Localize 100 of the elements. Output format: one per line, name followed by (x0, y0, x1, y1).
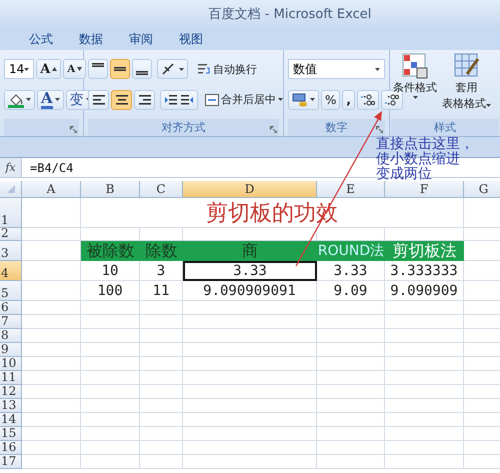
dialog-launcher-icon[interactable] (270, 126, 277, 133)
row-header[interactable]: 9 (0, 343, 22, 357)
menu-tab[interactable]: 公式 (22, 28, 60, 50)
align-button[interactable] (88, 59, 108, 80)
empty-cell[interactable] (317, 315, 385, 329)
column-header[interactable]: G (464, 181, 500, 198)
column-header[interactable]: D (183, 181, 317, 198)
empty-cell[interactable] (385, 441, 464, 455)
dialog-launcher-icon[interactable] (70, 126, 77, 133)
row-header[interactable]: 3 (0, 241, 22, 261)
table-cell[interactable]: 10 (81, 261, 140, 281)
empty-cell[interactable] (183, 399, 317, 413)
column-header[interactable]: C (140, 181, 183, 198)
column-header[interactable]: B (81, 181, 140, 198)
menu-tab[interactable]: 审阅 (122, 28, 160, 50)
font-color-button[interactable]: A (37, 90, 64, 110)
empty-cell[interactable] (317, 357, 385, 371)
conditional-format-button[interactable]: 条件格式 (391, 53, 439, 99)
row-header[interactable]: 14 (0, 413, 22, 427)
empty-cell[interactable] (183, 441, 317, 455)
align-button[interactable] (88, 90, 109, 110)
empty-cell[interactable] (140, 385, 183, 399)
shrink-font-button[interactable]: A (63, 59, 86, 80)
insert-function-button[interactable]: fx (0, 158, 22, 177)
empty-cell[interactable] (317, 413, 385, 427)
row-header[interactable]: 11 (0, 371, 22, 385)
column-header[interactable]: E (317, 181, 385, 198)
empty-cell[interactable] (183, 413, 317, 427)
empty-cell[interactable] (385, 371, 464, 385)
empty-cell[interactable] (385, 385, 464, 399)
empty-cell[interactable] (385, 357, 464, 371)
empty-cell[interactable] (183, 357, 317, 371)
empty-cell[interactable] (385, 427, 464, 441)
accounting-button[interactable] (288, 90, 319, 110)
merge-center-button[interactable]: 合并后居中 (202, 90, 286, 110)
row-header[interactable]: 1 (0, 198, 22, 228)
table-cell[interactable]: 11 (140, 281, 183, 301)
empty-cell[interactable] (81, 301, 140, 315)
empty-cell[interactable] (140, 343, 183, 357)
empty-cell[interactable] (183, 301, 317, 315)
empty-cell[interactable] (317, 399, 385, 413)
menu-tab[interactable]: 视图 (172, 28, 210, 50)
menu-tab[interactable]: 数据 (72, 28, 110, 50)
empty-cell[interactable] (81, 315, 140, 329)
wrap-text-button[interactable]: 自动换行 (194, 59, 260, 80)
empty-cell[interactable] (140, 301, 183, 315)
empty-cell[interactable] (317, 455, 385, 469)
row-header[interactable]: 2 (0, 228, 22, 241)
select-all-corner[interactable] (0, 181, 22, 198)
table-cell[interactable]: 9.090909091 (183, 281, 317, 301)
row-header[interactable]: 8 (0, 329, 22, 343)
table-cell[interactable]: 3.33 (317, 261, 385, 281)
empty-cell[interactable] (81, 399, 140, 413)
empty-cell[interactable] (81, 385, 140, 399)
empty-cell[interactable] (140, 427, 183, 441)
empty-cell[interactable] (385, 455, 464, 469)
empty-cell[interactable] (81, 455, 140, 469)
empty-cell[interactable] (81, 441, 140, 455)
number-format-field[interactable]: 数值 (288, 59, 385, 80)
table-format-button[interactable]: 套用 表格格式 (440, 53, 493, 111)
empty-cell[interactable] (385, 399, 464, 413)
row-header[interactable]: 10 (0, 357, 22, 371)
comma-button[interactable]: , (342, 90, 355, 110)
row-header[interactable]: 17 (0, 455, 22, 469)
empty-cell[interactable] (183, 371, 317, 385)
empty-cell[interactable] (183, 455, 317, 469)
row-header[interactable]: 16 (0, 441, 22, 455)
empty-cell[interactable] (81, 427, 140, 441)
align-button[interactable] (134, 90, 155, 110)
row-header[interactable]: 12 (0, 385, 22, 399)
empty-cell[interactable] (183, 427, 317, 441)
table-cell[interactable]: 9.09 (317, 281, 385, 301)
empty-cell[interactable] (317, 301, 385, 315)
empty-cell[interactable] (317, 427, 385, 441)
empty-cell[interactable] (385, 315, 464, 329)
empty-cell[interactable] (140, 315, 183, 329)
empty-cell[interactable] (183, 343, 317, 357)
empty-cell[interactable] (317, 441, 385, 455)
empty-cell[interactable] (81, 413, 140, 427)
empty-cell[interactable] (317, 343, 385, 357)
empty-cell[interactable] (140, 413, 183, 427)
row-header[interactable]: 13 (0, 399, 22, 413)
empty-cell[interactable] (317, 385, 385, 399)
column-header[interactable]: A (22, 181, 81, 198)
empty-cell[interactable] (183, 315, 317, 329)
table-cell[interactable]: 3.33 (183, 261, 317, 281)
empty-cell[interactable] (140, 329, 183, 343)
percent-button[interactable]: % (321, 90, 340, 110)
orientation-button[interactable] (157, 59, 188, 80)
row-header[interactable]: 6 (0, 301, 22, 315)
empty-cell[interactable] (140, 455, 183, 469)
empty-cell[interactable] (317, 329, 385, 343)
empty-cell[interactable] (385, 301, 464, 315)
empty-cell[interactable] (317, 371, 385, 385)
empty-cell[interactable] (385, 343, 464, 357)
row-header[interactable]: 5 (0, 281, 22, 301)
table-cell[interactable]: 3.333333 (385, 261, 464, 281)
align-button[interactable] (132, 59, 152, 80)
row-header[interactable]: 4 (0, 261, 22, 281)
table-cell[interactable]: 3 (140, 261, 183, 281)
